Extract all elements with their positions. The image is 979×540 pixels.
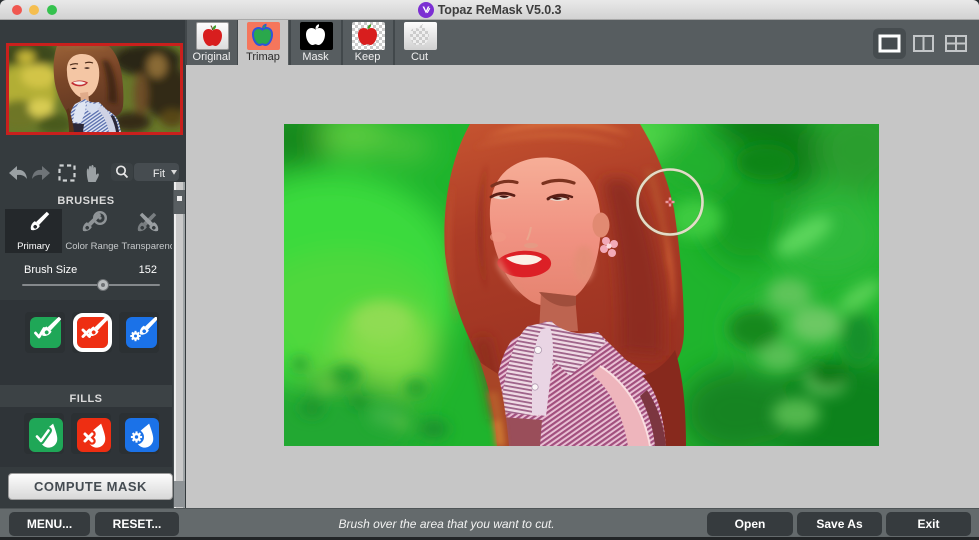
svg-text:Fit: Fit	[153, 168, 165, 180]
svg-text:Primary: Primary	[17, 241, 50, 252]
svg-text:Transparenc: Transparenc	[122, 241, 172, 252]
svg-text:Color Range: Color Range	[65, 241, 118, 252]
